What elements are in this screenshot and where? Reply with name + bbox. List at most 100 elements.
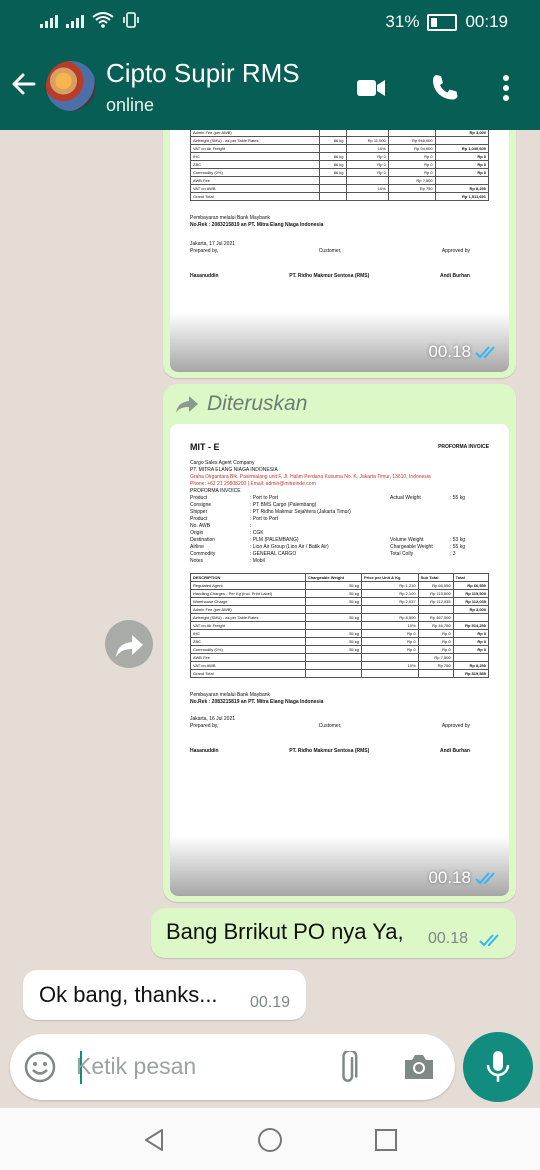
text-message-out[interactable]: Bang Brrikut PO nya Ya, 00.18 (151, 908, 516, 958)
signer-1: Hasanuddin (190, 273, 219, 279)
microphone-icon (486, 1051, 510, 1082)
camera-icon[interactable] (402, 1052, 436, 1082)
table-cell (318, 144, 347, 153)
system-nav-bar (0, 1108, 540, 1170)
field-value: Product (190, 495, 208, 501)
table-header-cell: Chargeable Weight (304, 573, 363, 582)
field-value: : Lion Air Group (Lion Air / Batik Air) (250, 544, 329, 550)
field-value: : PT Ridho Makmur Sejahtera (Jakarta Tim… (250, 509, 351, 515)
text-message-in[interactable]: Ok bang, thanks... 00.19 (23, 970, 306, 1020)
table-row: AWB Fee Rp 7,500 (190, 176, 490, 185)
table-cell: Rp 0 (417, 645, 454, 654)
table-cell: Rp 0 (417, 637, 454, 646)
nav-home-icon[interactable] (256, 1126, 284, 1154)
table-cell: Rp 0 (417, 629, 454, 638)
customer: Customer, (318, 723, 342, 729)
video-call-icon[interactable] (355, 72, 387, 104)
company-phone: Phone: +62 21 29808200 | Email: admin@mi… (190, 481, 316, 487)
image-message-1[interactable]: Admin Fee (per AWB) Rp 3,000 Airfreight (S… (163, 130, 516, 378)
signer-1: Hasanuddin (190, 748, 219, 754)
table-cell: Rp 8,500 (361, 613, 419, 622)
table-cell: Rp 0 (361, 629, 419, 638)
payment-line-1: Pembayaran melalui Bank Maybank (190, 692, 271, 698)
table-cell: Admin Fee (per AWB) (190, 605, 306, 614)
field-value: Volume Weight (390, 537, 424, 543)
message-input[interactable]: Ketik pesan (76, 1053, 196, 1080)
table-row: Commodity (0%) 86 kg Rp 0 Rp 0 Rp 0 (190, 168, 490, 177)
voice-call-icon[interactable] (428, 72, 460, 104)
table-cell (345, 176, 389, 185)
table-cell: 55 kg (304, 645, 363, 654)
field-value (390, 530, 450, 537)
invoice-image-2[interactable]: MIT - E PROFORMA INVOICE Cargo Sales Age… (170, 424, 509, 896)
section-title: PROFORMA INVOICE (190, 488, 241, 494)
field-value: : 55 kg (450, 544, 466, 550)
field-value: Origin (190, 530, 204, 536)
table-cell: Rp 1,040,600 (434, 144, 490, 153)
image-message-2[interactable]: Diteruskan MIT - E PROFORMA INVOICE Carg… (163, 384, 516, 902)
table-row: IHC 55 kg Rp 0 Rp 0 Rp 0 (190, 629, 490, 638)
contact-avatar[interactable] (46, 61, 96, 111)
chat-area[interactable]: Admin Fee (per AWB) Rp 3,000 Airfreight (S… (0, 130, 540, 1035)
emoji-icon[interactable] (24, 1051, 56, 1083)
forward-button[interactable] (105, 620, 153, 668)
message-composer[interactable]: Ketik pesan (10, 1034, 455, 1100)
table-cell (387, 192, 436, 201)
table-cell: AWB Fee (190, 653, 306, 662)
table-cell (361, 669, 419, 678)
approved-by: Approved by (441, 248, 470, 254)
shipment-field-row: Destination : PLM (PALEMBANG) Volume Weigh… (190, 537, 489, 544)
message-text: Bang Brrikut PO nya Ya, (166, 919, 404, 944)
table-row: Regulated Agent 55 kg Rp 1,210 Rp 66,550 Rp … (190, 581, 490, 590)
field-value: : GENERAL CARGO (250, 551, 297, 557)
more-options-icon[interactable] (493, 72, 519, 104)
table-cell: ZBC (190, 160, 320, 169)
table-cell: 55 kg (304, 597, 363, 606)
shipment-field-row: Airline: Lion Air Group (Lion Air / Bati… (190, 544, 489, 551)
table-row: ZBC 86 kg Rp 0 Rp 0 Rp 0 (190, 160, 490, 169)
table-cell: Rp 66,550 (417, 581, 454, 590)
table-cell: VAT on Air Freight (190, 621, 306, 630)
contact-name[interactable]: Cipto Supir RMS (106, 58, 300, 89)
table-cell (318, 176, 347, 185)
field-value: : (250, 523, 252, 529)
table-cell: Rp 66,550 (452, 581, 490, 590)
table-cell: Grand Total (190, 669, 306, 678)
table-cell (452, 653, 490, 662)
voice-message-button[interactable] (463, 1032, 533, 1102)
field-value: Destination (190, 537, 216, 543)
clock: 00:19 (465, 12, 508, 31)
field-value (450, 516, 490, 523)
field-value: : PLM (PALEMBANG) (250, 537, 299, 543)
field-value: No. AWB (190, 523, 211, 529)
invoice-table: DESCRIPTION Chargeable Weight Price per Un… (190, 573, 490, 678)
back-arrow-icon[interactable] (10, 70, 38, 98)
table-cell: 55 kg (304, 629, 363, 638)
nav-back-icon[interactable] (140, 1126, 168, 1154)
table-cell (417, 669, 454, 678)
message-time: 00.18 (428, 930, 469, 947)
table-cell: Commodity (0%) (190, 645, 306, 654)
table-cell: Rp 819,585 (452, 669, 490, 678)
nav-recents-icon[interactable] (372, 1126, 400, 1154)
field-value: Total Colly (390, 551, 414, 557)
table-row: IHC 86 kg Rp 0 Rp 0 Rp 0 (190, 152, 490, 161)
customer: Customer, (318, 248, 342, 254)
table-cell (304, 661, 363, 670)
shipment-field-row: Consigne: PT BMS Cargo (Palembang) (190, 502, 489, 509)
table-cell: AWB Fee (190, 176, 320, 185)
table-cell (318, 184, 347, 193)
attach-icon[interactable] (335, 1051, 369, 1085)
field-value: : 55 kg (450, 495, 466, 501)
table-cell: IHC (190, 152, 320, 161)
doc-brand: MIT - E (190, 442, 220, 452)
shipment-field-row: Origin: CGK (190, 530, 489, 537)
table-cell (452, 613, 490, 622)
invoice-image-1[interactable]: Admin Fee (per AWB) Rp 3,000 Airfreight (S… (170, 130, 509, 372)
table-row: Admin Fee (per AWB) Rp 3,000 (190, 605, 490, 614)
table-cell: Commodity (0%) (190, 168, 320, 177)
table-cell: 86 kg (318, 136, 347, 145)
table-cell (318, 192, 347, 201)
table-cell: Rp 112,035 (417, 597, 454, 606)
table-cell: Rp 0 (452, 645, 490, 654)
